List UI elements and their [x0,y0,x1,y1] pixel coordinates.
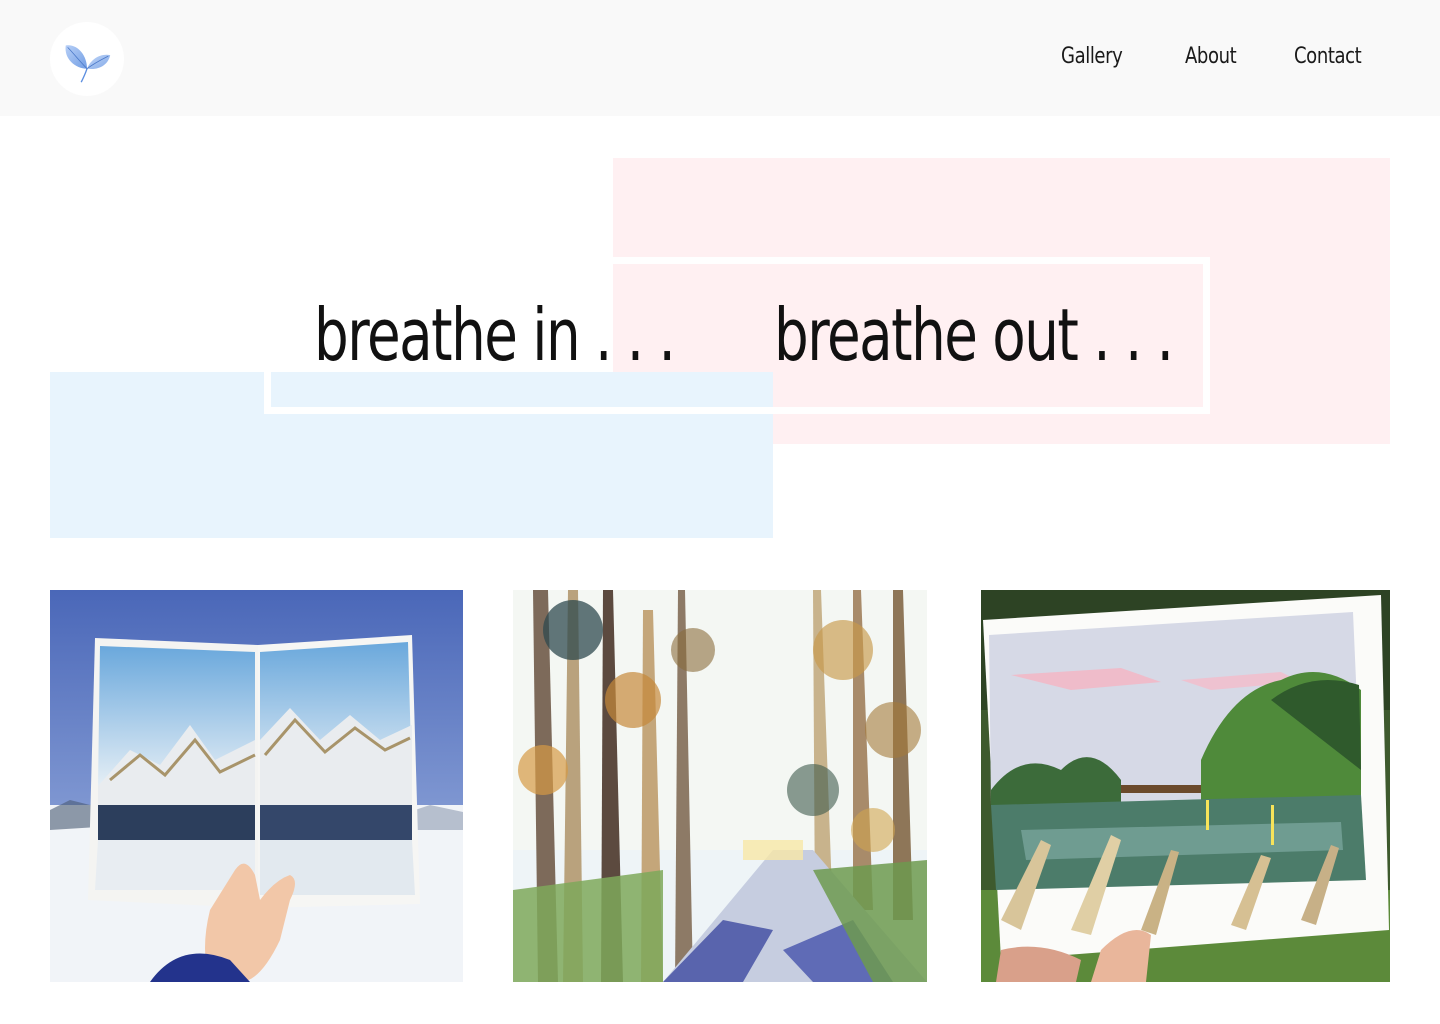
gallery-card-mountains[interactable] [50,590,463,982]
logo[interactable] [50,22,124,96]
gallery-card-lake[interactable] [981,590,1390,982]
nav-about-link[interactable]: About [1185,44,1237,70]
gallery-card-eucalyptus[interactable] [513,590,927,982]
lake-painting-image [981,590,1390,982]
eucalyptus-painting-image [513,590,927,982]
nav-gallery-link[interactable]: Gallery [1061,44,1123,70]
nav-contact-link[interactable]: Contact [1294,44,1362,70]
butterfly-leaf-icon [65,45,111,83]
site-header: Gallery About Contact [0,0,1440,116]
hero-breathe-in: breathe in . . . [314,293,676,377]
mountains-sketchbook-image [50,590,463,982]
hero-breathe-out: breathe out . . . [774,293,1174,377]
